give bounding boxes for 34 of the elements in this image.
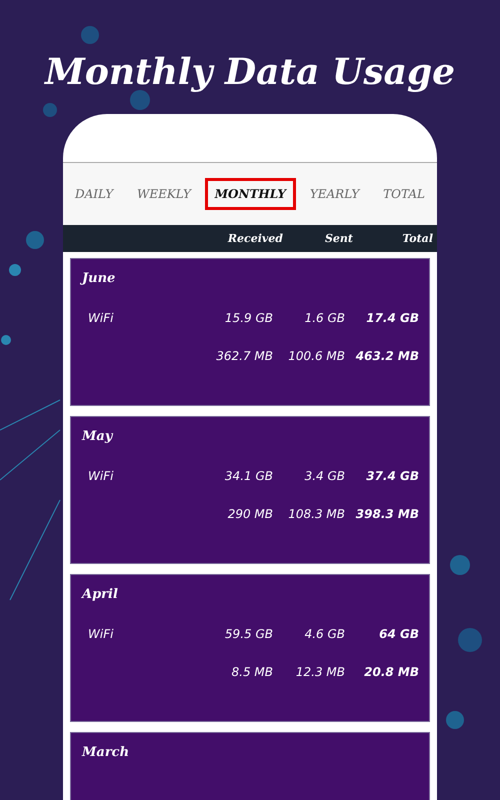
sent-value: 100.6 MB	[287, 349, 345, 363]
total-value: 64 GB	[378, 627, 419, 641]
sent-value: 12.3 MB	[294, 665, 345, 679]
received-value: 15.9 GB	[224, 311, 273, 325]
total-value: 398.3 MB	[354, 507, 419, 521]
received-value: 8.5 MB	[230, 665, 273, 679]
period-tab[interactable]: MONTHLY	[204, 178, 296, 210]
month-title: March	[82, 745, 130, 762]
sent-value: 1.6 GB	[304, 311, 345, 325]
total-value: 17.4 GB	[365, 311, 419, 325]
network-label: WiFi	[87, 627, 114, 641]
total-value: 37.4 GB	[365, 469, 419, 483]
received-value: 34.1 GB	[224, 469, 273, 483]
period-tab[interactable]: WEEKLY	[126, 178, 201, 210]
period-tab[interactable]: YEARLY	[300, 178, 370, 210]
received-value: 59.5 GB	[224, 627, 273, 641]
column-header: Sent	[324, 232, 354, 245]
headline: Monthly Data Usage	[44, 50, 456, 95]
month-title: April	[82, 587, 119, 604]
sent-value: 108.3 MB	[287, 507, 345, 521]
network-label: WiFi	[87, 469, 114, 483]
period-tab[interactable]: TOTAL	[373, 178, 435, 210]
sent-value: 3.4 GB	[304, 469, 345, 483]
received-value: 290 MB	[226, 507, 273, 521]
received-value: 362.7 MB	[215, 349, 273, 363]
sent-value: 4.6 GB	[304, 627, 345, 641]
column-header: Received	[226, 232, 284, 245]
month-title: May	[82, 429, 114, 446]
column-header: Total	[401, 232, 434, 245]
total-value: 463.2 MB	[354, 349, 419, 363]
network-label: WiFi	[87, 311, 114, 325]
total-value: 20.8 MB	[363, 665, 419, 679]
month-title: June	[82, 271, 116, 288]
period-tab[interactable]: DAILY	[65, 178, 124, 210]
